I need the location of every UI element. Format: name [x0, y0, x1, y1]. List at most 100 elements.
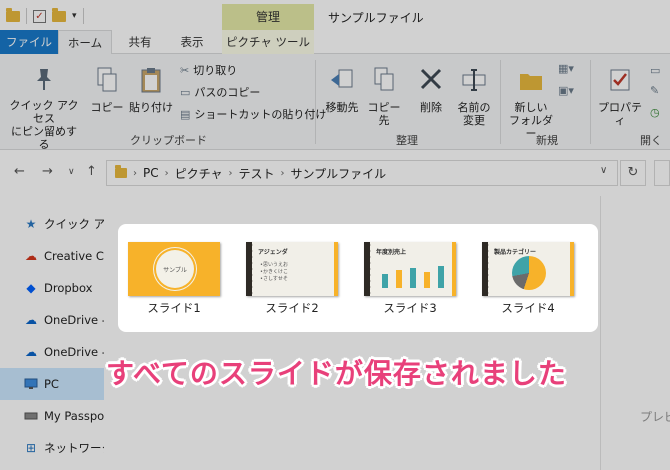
copy-path-icon: ▭ — [180, 85, 191, 99]
paste-button[interactable]: 貼り付け — [128, 66, 174, 114]
slide-title: 製品カテゴリー — [494, 249, 537, 256]
sidebar-item-label: My Passport — [44, 409, 104, 423]
pin-icon — [6, 66, 82, 95]
title-seal: サンプル — [156, 250, 194, 288]
address-bar[interactable]: › PC › ピクチャ › テスト › サンプルファイル — [106, 160, 618, 186]
breadcrumb-pictures[interactable]: ピクチャ — [175, 165, 223, 182]
rename-button[interactable]: 名前の 変更 — [454, 66, 494, 127]
paste-shortcut-label: ショートカットの貼り付け — [194, 108, 327, 121]
chart-bar — [410, 268, 416, 288]
new-folder-icon[interactable] — [52, 7, 66, 22]
forward-arrow-icon[interactable]: → — [42, 164, 53, 179]
chart-bar — [424, 272, 430, 288]
cut-label: 切り取り — [193, 64, 238, 77]
file-thumbnail-slide3[interactable]: 年度別売上 — [364, 242, 456, 296]
sidebar-item-onedrive-1[interactable]: ☁ OneDrive - — [0, 304, 104, 336]
up-arrow-icon[interactable]: ↑ — [86, 164, 97, 179]
tab-picture-tools[interactable]: ピクチャ ツール — [222, 30, 314, 54]
tab-view[interactable]: 表示 — [168, 30, 216, 54]
sidebar-item-network[interactable]: ⊞ ネットワーク — [0, 432, 104, 464]
slide-title: アジェンダ — [258, 249, 288, 256]
back-arrow-icon[interactable]: ← — [14, 164, 25, 179]
recent-locations-chevron-icon[interactable]: ∨ — [68, 167, 75, 177]
scallop-edge — [364, 242, 372, 296]
preview-pane-divider[interactable] — [600, 196, 601, 470]
copy-to-button[interactable]: コピー先 — [364, 66, 404, 127]
file-thumbnail-slide2[interactable]: アジェンダ •思いうえお •かきくけこ •さしすせそ — [246, 242, 338, 296]
refresh-button[interactable]: ↻ — [620, 160, 646, 186]
star-icon: ★ — [25, 217, 37, 231]
edit-icon: ✎ — [650, 84, 660, 97]
rename-icon — [454, 66, 494, 97]
copy-to-label: コピー先 — [367, 101, 401, 127]
delete-x-icon — [414, 66, 448, 97]
file-name[interactable]: スライド2 — [246, 300, 338, 316]
group-separator — [315, 60, 316, 144]
sidebar-item-label: Creative Cloud Files — [44, 249, 104, 263]
easy-access-button[interactable]: ▣▾ — [558, 84, 574, 97]
manage-context-tab[interactable]: 管理 — [222, 4, 314, 30]
copy-button[interactable]: コピー — [90, 66, 124, 114]
file-name[interactable]: スライド3 — [364, 300, 456, 316]
properties-check-icon[interactable]: ✓ — [33, 9, 46, 23]
creative-cloud-icon: ☁ — [25, 249, 37, 263]
search-input[interactable] — [654, 160, 670, 186]
chart-bar — [382, 274, 388, 288]
tab-home[interactable]: ホーム — [58, 30, 112, 55]
sidebar-item-my-passport[interactable]: My Passport — [0, 400, 104, 432]
cut-button[interactable]: ✂ 切り取り — [180, 62, 237, 78]
sidebar-item-pc[interactable]: PC — [0, 368, 104, 400]
paste-shortcut-button[interactable]: ▤ ショートカットの貼り付け — [180, 106, 326, 122]
edit-button[interactable]: ✎ — [650, 84, 659, 97]
separator — [82, 8, 84, 24]
properties-icon — [594, 66, 646, 97]
move-to-icon — [322, 66, 362, 97]
sidebar-item-quick-access[interactable]: ★ クイック アクセス — [0, 208, 104, 240]
tab-file[interactable]: ファイル — [0, 30, 58, 54]
saved-caption: すべてのスライドが保存されました — [106, 357, 567, 390]
new-item-button[interactable]: ▦▾ — [558, 62, 574, 75]
pin-label-2: にピン留めする — [11, 125, 77, 151]
clipboard-group-label: クリップボード — [130, 134, 207, 147]
folder-icon[interactable] — [6, 7, 20, 22]
delete-button[interactable]: 削除 — [414, 66, 448, 114]
ribbon-tabs: ファイル ホーム 共有 表示 ピクチャ ツール — [0, 30, 670, 55]
group-separator — [500, 60, 501, 144]
pc-icon — [24, 377, 38, 391]
folder-icon — [115, 165, 127, 178]
file-thumbnail-slide4[interactable]: 製品カテゴリー — [482, 242, 574, 296]
scallop-edge — [482, 242, 490, 296]
copy-path-button[interactable]: ▭ パスのコピー — [180, 84, 260, 100]
new-folder-label-1: 新しい — [514, 101, 548, 114]
new-item-icon: ▦▾ — [558, 62, 574, 75]
accent-edge — [334, 242, 338, 296]
open-button[interactable]: ▭ — [650, 64, 660, 77]
sidebar-item-onedrive-2[interactable]: ☁ OneDrive - — [0, 336, 104, 368]
properties-button[interactable]: プロパティ — [594, 66, 646, 127]
chart-bar — [438, 266, 444, 288]
onedrive-icon: ☁ — [25, 313, 37, 327]
file-name[interactable]: スライド1 — [128, 300, 220, 316]
window-title: サンプルファイル — [328, 11, 424, 25]
breadcrumb-test[interactable]: テスト — [239, 165, 275, 182]
tab-share[interactable]: 共有 — [116, 30, 164, 54]
breadcrumb-sample-files[interactable]: サンプルファイル — [291, 165, 387, 182]
file-thumbnail-slide1[interactable]: サンプル — [128, 242, 220, 296]
history-button[interactable]: ◷ — [650, 106, 660, 119]
bullet-line: •さしすせそ — [260, 276, 288, 282]
address-dropdown-chevron-icon[interactable]: ∨ — [600, 165, 607, 176]
pin-quick-access-button[interactable]: クイック アクセス にピン留めする — [6, 66, 82, 151]
customize-dropdown-icon[interactable]: ▾ — [72, 11, 77, 21]
paste-label: 貼り付け — [129, 101, 173, 114]
onedrive-icon: ☁ — [25, 345, 37, 359]
move-to-button[interactable]: 移動先 — [322, 66, 362, 114]
sidebar-item-dropbox[interactable]: ◆ Dropbox — [0, 272, 104, 304]
separator — [26, 8, 27, 24]
new-folder-button[interactable]: 新しい フォルダー — [504, 66, 558, 140]
rename-label-2: 変更 — [463, 114, 485, 127]
file-name[interactable]: スライド4 — [482, 300, 574, 316]
sidebar-item-creative-cloud[interactable]: ☁ Creative Cloud Files — [0, 240, 104, 272]
move-to-label: 移動先 — [325, 101, 359, 114]
network-icon: ⊞ — [25, 441, 37, 455]
breadcrumb-pc[interactable]: PC — [143, 166, 159, 180]
